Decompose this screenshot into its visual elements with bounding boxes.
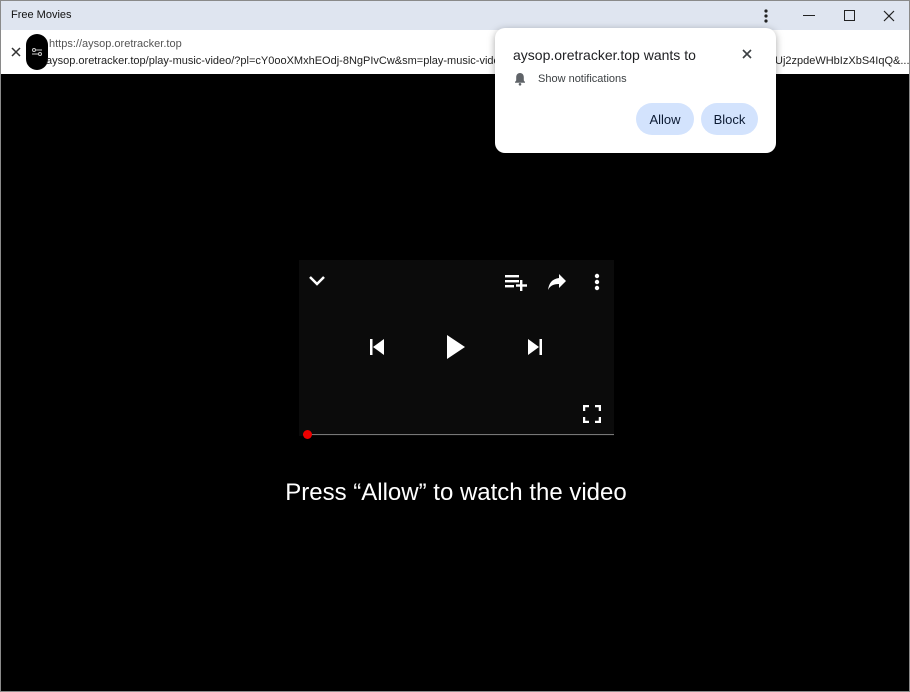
add-to-queue-icon <box>505 275 527 291</box>
share-button[interactable] <box>545 271 569 293</box>
close-icon <box>883 10 895 21</box>
more-options-button[interactable] <box>587 271 607 293</box>
progress-handle[interactable] <box>302 430 312 439</box>
popup-title: aysop.oretracker.top wants to <box>513 47 696 63</box>
share-icon <box>548 274 566 290</box>
fullscreen-button[interactable] <box>581 403 603 425</box>
close-icon <box>742 49 752 59</box>
skip-previous-icon <box>370 339 384 355</box>
bell-icon <box>513 71 527 87</box>
fullscreen-icon <box>583 405 601 423</box>
minimize-button[interactable] <box>789 1 829 30</box>
close-icon <box>11 47 21 57</box>
notification-permission-popup: aysop.oretracker.top wants to Show notif… <box>495 28 776 153</box>
address-domain: https://aysop.oretracker.top <box>49 38 182 50</box>
maximize-button[interactable] <box>829 1 869 30</box>
skip-next-icon <box>528 339 542 355</box>
address-url[interactable]: aysop.oretracker.top/play-music-video/?p… <box>46 55 513 67</box>
call-to-action-text: Press “Allow” to watch the video <box>285 479 627 506</box>
maximize-icon <box>843 10 855 21</box>
video-player[interactable] <box>299 260 614 439</box>
minimize-icon <box>803 14 815 16</box>
window-title: Free Movies <box>11 9 72 21</box>
tune-icon <box>32 48 42 56</box>
permission-label: Show notifications <box>538 73 627 85</box>
progress-track[interactable] <box>303 434 614 435</box>
stop-loading-button[interactable] <box>5 41 27 63</box>
minimize-player-button[interactable] <box>307 271 327 291</box>
site-info-button[interactable] <box>26 34 48 70</box>
add-to-queue-button[interactable] <box>503 271 529 293</box>
title-bar: Free Movies <box>1 1 909 30</box>
popup-close-button[interactable] <box>737 44 757 64</box>
browser-window: Free Movies https://aysop.oretracker.top… <box>0 0 910 692</box>
more-vert-icon <box>764 8 768 23</box>
address-url-tail[interactable]: Uj2zpdeWHbIzXbS4IqQ&... <box>775 55 909 67</box>
play-button[interactable] <box>444 332 468 362</box>
block-button[interactable]: Block <box>701 103 758 135</box>
chevron-down-icon <box>309 276 325 286</box>
previous-button[interactable] <box>367 336 387 358</box>
allow-button[interactable]: Allow <box>636 103 694 135</box>
menu-button[interactable] <box>746 1 786 30</box>
next-button[interactable] <box>525 336 545 358</box>
close-window-button[interactable] <box>869 1 909 30</box>
more-vert-icon <box>594 273 600 291</box>
play-icon <box>447 335 465 359</box>
